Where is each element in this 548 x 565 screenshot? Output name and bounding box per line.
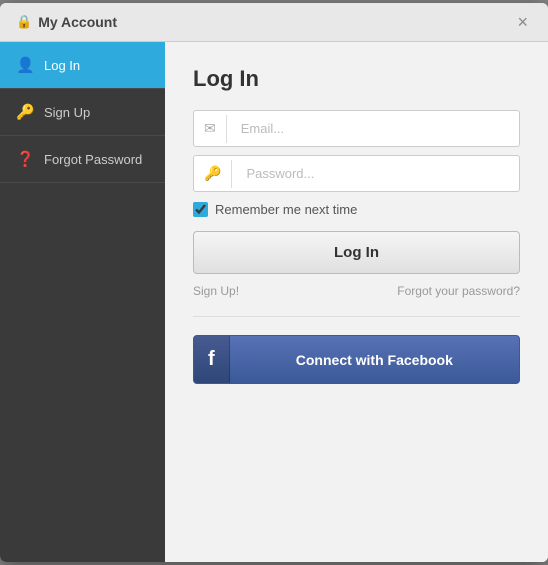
remember-row: Remember me next time [193, 202, 520, 217]
user-icon: 👤 [16, 56, 34, 74]
field-divider [226, 115, 227, 143]
facebook-connect-button[interactable]: f Connect with Facebook [193, 335, 520, 384]
signup-link[interactable]: Sign Up! [193, 284, 239, 298]
sidebar-label-login: Log In [44, 58, 80, 73]
modal-title-area: 🔒 My Account [16, 14, 117, 30]
facebook-button-label: Connect with Facebook [230, 340, 519, 380]
close-button[interactable]: × [513, 13, 532, 31]
modal-header: 🔒 My Account × [0, 3, 548, 42]
forgot-password-link[interactable]: Forgot your password? [397, 284, 520, 298]
modal-dialog: 🔒 My Account × 👤 Log In 🔑 Sign Up ❓ Forg… [0, 3, 548, 562]
remember-checkbox[interactable] [193, 202, 208, 217]
password-field-group: 🔑 [193, 155, 520, 192]
sidebar-item-forgot[interactable]: ❓ Forgot Password [0, 136, 165, 183]
key-icon: 🔑 [16, 103, 34, 121]
modal-title: My Account [38, 14, 117, 30]
facebook-icon-box: f [194, 336, 230, 383]
modal-body: 👤 Log In 🔑 Sign Up ❓ Forgot Password Log… [0, 42, 548, 562]
page-title: Log In [193, 66, 520, 92]
remember-label: Remember me next time [215, 202, 357, 217]
horizontal-divider [193, 316, 520, 317]
question-icon: ❓ [16, 150, 34, 168]
email-icon: ✉ [194, 120, 226, 137]
sidebar-item-signup[interactable]: 🔑 Sign Up [0, 89, 165, 136]
email-input[interactable] [233, 111, 519, 146]
sidebar-label-forgot: Forgot Password [44, 152, 142, 167]
password-icon: 🔑 [194, 165, 231, 182]
lock-icon: 🔒 [16, 14, 32, 30]
password-input[interactable] [238, 156, 519, 191]
login-button[interactable]: Log In [193, 231, 520, 274]
field-divider [231, 160, 232, 188]
email-field-group: ✉ [193, 110, 520, 147]
links-row: Sign Up! Forgot your password? [193, 284, 520, 298]
facebook-icon: f [208, 348, 215, 371]
main-content: Log In ✉ 🔑 Remember me next time Log In [165, 42, 548, 562]
sidebar-label-signup: Sign Up [44, 105, 90, 120]
sidebar: 👤 Log In 🔑 Sign Up ❓ Forgot Password [0, 42, 165, 562]
sidebar-item-login[interactable]: 👤 Log In [0, 42, 165, 89]
